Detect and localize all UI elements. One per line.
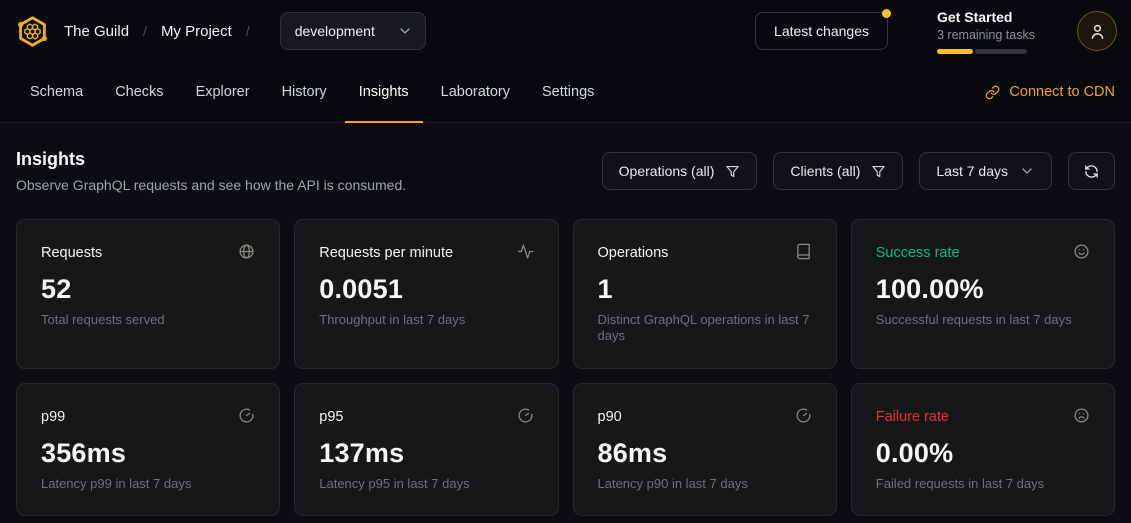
tab-settings[interactable]: Settings bbox=[528, 62, 608, 122]
person-icon bbox=[1088, 22, 1107, 41]
card-top: Failure rate bbox=[876, 407, 1090, 425]
user-avatar[interactable] bbox=[1077, 11, 1117, 51]
card-title: Requests bbox=[41, 243, 102, 261]
card-description: Total requests served bbox=[41, 312, 255, 328]
hive-logo-icon[interactable] bbox=[16, 15, 49, 48]
funnel-icon bbox=[725, 164, 740, 179]
get-started-progress bbox=[937, 49, 1027, 54]
tab-history[interactable]: History bbox=[268, 62, 341, 122]
stat-card-success-rate: Success rate 100.00% Successful requests… bbox=[851, 219, 1115, 369]
card-top: Operations bbox=[598, 243, 812, 261]
tab-schema[interactable]: Schema bbox=[16, 62, 97, 122]
nav-tabs: Schema Checks Explorer History Insights … bbox=[16, 62, 608, 122]
filters-toolbar: Operations (all) Clients (all) Last 7 da… bbox=[602, 149, 1115, 190]
stat-card-p95: p95 137ms Latency p95 in last 7 days bbox=[294, 383, 558, 516]
card-value: 356ms bbox=[41, 438, 255, 469]
stat-card-operations: Operations 1 Distinct GraphQL operations… bbox=[573, 219, 837, 369]
latest-changes-button[interactable]: Latest changes bbox=[755, 12, 888, 50]
card-top: Requests bbox=[41, 243, 255, 261]
project-nav: Schema Checks Explorer History Insights … bbox=[0, 62, 1131, 123]
refresh-icon bbox=[1084, 164, 1099, 179]
card-description: Distinct GraphQL operations in last 7 da… bbox=[598, 312, 812, 345]
card-description: Throughput in last 7 days bbox=[319, 312, 533, 328]
breadcrumb-org[interactable]: The Guild bbox=[64, 23, 129, 40]
smile-icon bbox=[1073, 243, 1090, 260]
get-started-progress-track bbox=[975, 49, 1027, 54]
clients-filter-button[interactable]: Clients (all) bbox=[773, 152, 903, 190]
period-dropdown[interactable]: Last 7 days bbox=[919, 152, 1052, 190]
card-value: 1 bbox=[598, 274, 812, 305]
chevron-down-icon bbox=[1019, 163, 1035, 179]
header-right-cluster: Latest changes Get Started 3 remaining t… bbox=[755, 9, 1117, 54]
stat-card-requests-per-minute: Requests per minute 0.0051 Throughput in… bbox=[294, 219, 558, 369]
activity-icon bbox=[517, 243, 534, 260]
get-started-title: Get Started bbox=[937, 9, 1027, 25]
card-value: 52 bbox=[41, 274, 255, 305]
card-top: Requests per minute bbox=[319, 243, 533, 261]
card-top: Success rate bbox=[876, 243, 1090, 261]
operations-filter-label: Operations (all) bbox=[619, 163, 715, 179]
operations-filter-button[interactable]: Operations (all) bbox=[602, 152, 758, 190]
link-icon bbox=[985, 85, 1000, 100]
card-description: Latency p95 in last 7 days bbox=[319, 476, 533, 492]
card-value: 0.0051 bbox=[319, 274, 533, 305]
card-description: Latency p90 in last 7 days bbox=[598, 476, 812, 492]
tab-explorer[interactable]: Explorer bbox=[182, 62, 264, 122]
card-top: p95 bbox=[319, 407, 533, 425]
connect-to-cdn-label: Connect to CDN bbox=[1009, 84, 1115, 100]
card-value: 0.00% bbox=[876, 438, 1090, 469]
get-started-subtitle: 3 remaining tasks bbox=[937, 28, 1027, 42]
top-header: The Guild / My Project / development Lat… bbox=[0, 0, 1131, 62]
card-value: 100.00% bbox=[876, 274, 1090, 305]
card-description: Failed requests in last 7 days bbox=[876, 476, 1090, 492]
stat-card-failure-rate: Failure rate 0.00% Failed requests in la… bbox=[851, 383, 1115, 516]
insights-main: Insights Observe GraphQL requests and se… bbox=[0, 123, 1131, 516]
notification-dot bbox=[882, 9, 891, 18]
page-subtitle: Observe GraphQL requests and see how the… bbox=[16, 177, 406, 193]
frown-icon bbox=[1073, 407, 1090, 424]
gauge-icon bbox=[517, 407, 534, 424]
card-top: p90 bbox=[598, 407, 812, 425]
stat-cards-grid: Requests 52 Total requests served Reques… bbox=[16, 219, 1115, 516]
connect-to-cdn-link[interactable]: Connect to CDN bbox=[985, 62, 1115, 122]
chevron-down-icon bbox=[397, 23, 413, 39]
card-title: Requests per minute bbox=[319, 243, 453, 261]
book-icon bbox=[795, 243, 812, 260]
period-dropdown-value: Last 7 days bbox=[936, 163, 1008, 179]
card-value: 86ms bbox=[598, 438, 812, 469]
card-description: Successful requests in last 7 days bbox=[876, 312, 1090, 328]
card-title: Operations bbox=[598, 243, 669, 261]
funnel-icon bbox=[871, 164, 886, 179]
clients-filter-label: Clients (all) bbox=[790, 163, 860, 179]
target-dropdown-value: development bbox=[295, 23, 375, 39]
stat-card-requests: Requests 52 Total requests served bbox=[16, 219, 280, 369]
card-title: Success rate bbox=[876, 243, 960, 261]
card-title: p99 bbox=[41, 407, 65, 425]
tab-insights[interactable]: Insights bbox=[345, 62, 423, 122]
latest-changes-label: Latest changes bbox=[774, 23, 869, 39]
card-title: Failure rate bbox=[876, 407, 949, 425]
page-head: Insights Observe GraphQL requests and se… bbox=[16, 149, 1115, 193]
stat-card-p99: p99 356ms Latency p99 in last 7 days bbox=[16, 383, 280, 516]
gauge-icon bbox=[238, 407, 255, 424]
card-value: 137ms bbox=[319, 438, 533, 469]
card-title: p90 bbox=[598, 407, 622, 425]
card-top: p99 bbox=[41, 407, 255, 425]
get-started-progress-fill bbox=[937, 49, 973, 54]
card-description: Latency p99 in last 7 days bbox=[41, 476, 255, 492]
page-head-text: Insights Observe GraphQL requests and se… bbox=[16, 149, 406, 193]
card-title: p95 bbox=[319, 407, 343, 425]
breadcrumb-separator: / bbox=[143, 23, 147, 39]
get-started-widget[interactable]: Get Started 3 remaining tasks bbox=[937, 9, 1027, 54]
tab-checks[interactable]: Checks bbox=[101, 62, 177, 122]
target-dropdown[interactable]: development bbox=[280, 12, 426, 50]
refresh-button[interactable] bbox=[1068, 152, 1115, 190]
breadcrumb-project[interactable]: My Project bbox=[161, 23, 232, 40]
tab-laboratory[interactable]: Laboratory bbox=[427, 62, 524, 122]
stat-card-p90: p90 86ms Latency p90 in last 7 days bbox=[573, 383, 837, 516]
page-title: Insights bbox=[16, 149, 406, 170]
globe-icon bbox=[238, 243, 255, 260]
gauge-icon bbox=[795, 407, 812, 424]
breadcrumb-separator: / bbox=[246, 23, 250, 39]
